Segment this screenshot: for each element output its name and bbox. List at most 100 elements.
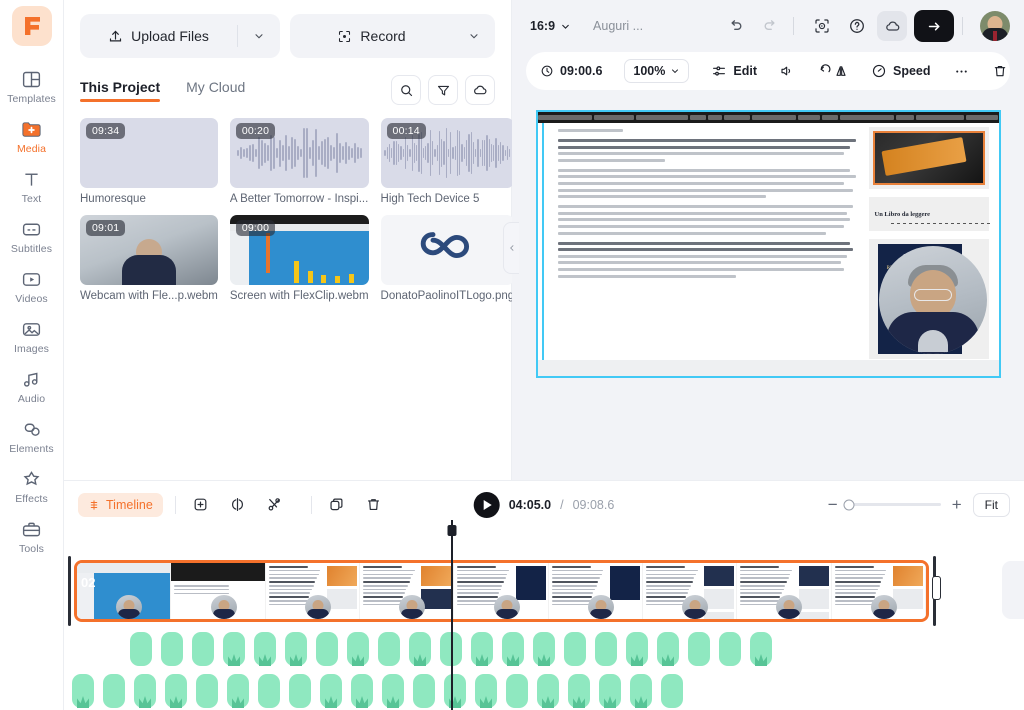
audio-track-2[interactable] <box>72 674 683 708</box>
media-item[interactable]: 09:34 Humoresque <box>80 118 218 205</box>
preview-canvas[interactable]: Un Libro da leggere Paolo Longobardi RIC… <box>535 110 1001 378</box>
tab-this-project[interactable]: This Project <box>80 79 161 102</box>
audio-waveform-block <box>134 674 156 708</box>
sidebar-item-media[interactable]: Media <box>2 110 62 160</box>
export-arrow-icon <box>928 22 939 30</box>
audio-waveform-block <box>103 674 125 708</box>
zoom-slider-knob[interactable] <box>843 499 855 510</box>
record-dropdown-button[interactable] <box>453 30 495 42</box>
sidebar-item-text[interactable]: Text <box>2 160 62 210</box>
media-item-name: Humoresque <box>80 193 146 205</box>
search-button[interactable] <box>391 75 421 105</box>
sidebar-item-effects[interactable]: Effects <box>2 460 62 510</box>
upload-row: Upload Files Record <box>64 0 511 58</box>
cloud-save-button[interactable] <box>877 11 907 41</box>
media-thumbnail[interactable]: 09:01 <box>80 215 218 285</box>
chevron-left-icon <box>509 245 513 251</box>
media-thumbnail[interactable]: 00:20 <box>229 118 369 188</box>
redo-button[interactable] <box>755 11 785 41</box>
sidebar-item-templates[interactable]: Templates <box>2 60 62 110</box>
zoom-slider[interactable] <box>843 499 941 510</box>
text-line <box>557 254 847 258</box>
waveform-peak <box>662 654 674 666</box>
video-frame: 02 <box>77 563 172 619</box>
media-item[interactable]: 00:20 A Better Tomorrow - Inspi... <box>229 118 369 205</box>
media-item[interactable]: 09:01 Webcam with Fle...p.webm <box>80 215 218 302</box>
project-name[interactable]: Auguri ... <box>593 19 643 33</box>
tools-icon <box>21 517 42 541</box>
track-handle-left[interactable] <box>68 556 71 626</box>
flip-button[interactable] <box>833 60 849 82</box>
record-button[interactable]: Record <box>290 14 495 58</box>
media-thumbnail[interactable]: 00:14 <box>380 118 515 188</box>
delete-button[interactable] <box>992 60 1008 82</box>
help-button[interactable] <box>842 11 872 41</box>
media-item[interactable]: DonatoPaolinoITLogo.png <box>380 215 515 302</box>
media-thumbnail[interactable]: 09:34 <box>80 118 218 188</box>
fit-button[interactable]: Fit <box>972 492 1010 517</box>
media-thumbnail[interactable] <box>380 215 515 285</box>
more-button[interactable] <box>953 60 970 82</box>
text-line <box>557 218 850 222</box>
sidebar-item-images[interactable]: Images <box>2 310 62 360</box>
playhead[interactable] <box>447 520 457 710</box>
web-page: Un Libro da leggere Paolo Longobardi RIC… <box>541 123 995 360</box>
record-main[interactable]: Record <box>290 28 453 44</box>
waveform-peak <box>352 654 364 666</box>
edit-sliders-icon <box>713 66 726 76</box>
avatar[interactable] <box>980 11 1010 41</box>
add-clip-button[interactable] <box>188 492 214 518</box>
duration-badge: 09:34 <box>86 123 126 139</box>
timeline-mode-chip[interactable]: Timeline <box>78 492 163 517</box>
audio-waveform-block <box>688 632 710 666</box>
audio-waveform-block <box>72 674 94 708</box>
rotate-button[interactable] <box>817 60 833 82</box>
cloud-button[interactable] <box>465 75 495 105</box>
media-thumbnail[interactable]: 09:00 <box>229 215 369 285</box>
bar <box>293 261 299 283</box>
clock-icon <box>541 65 553 77</box>
add-track-button[interactable]: + <box>1002 561 1024 619</box>
upload-main[interactable]: Upload Files <box>80 14 237 58</box>
sidebar-item-tools[interactable]: Tools <box>2 510 62 560</box>
video-track[interactable]: 02 <box>74 560 929 622</box>
volume-button[interactable] <box>779 60 795 82</box>
app-logo[interactable] <box>11 6 52 46</box>
edit-button[interactable]: Edit <box>711 63 757 79</box>
audio-icon <box>21 367 42 391</box>
duplicate-button[interactable] <box>324 492 350 518</box>
panel-collapse-handle[interactable] <box>503 222 519 274</box>
play-button[interactable] <box>473 491 500 518</box>
upload-files-button[interactable]: Upload Files <box>80 14 280 58</box>
delete-button[interactable] <box>361 492 387 518</box>
sidebar-item-elements[interactable]: Elements <box>2 410 62 460</box>
tab-my-cloud[interactable]: My Cloud <box>186 79 245 102</box>
export-button[interactable] <box>914 10 954 42</box>
paragraph <box>557 168 856 199</box>
sidebar-item-audio[interactable]: Audio <box>2 360 62 410</box>
media-item[interactable]: 00:14 High Tech Device 5 <box>380 118 515 205</box>
preview-play-button[interactable] <box>807 11 837 41</box>
divider <box>962 17 963 35</box>
upload-dropdown-button[interactable] <box>238 14 280 58</box>
preview-area: 16:9 Auguri ... 09:00.6 100% Edit Speed … <box>512 0 1024 480</box>
audio-waveform-block <box>258 674 280 708</box>
speed-button[interactable]: Speed <box>871 63 931 79</box>
webcam-overlay[interactable] <box>878 246 987 354</box>
clip-duration[interactable]: 09:00.6 <box>540 64 602 78</box>
aspect-ratio-select[interactable]: 16:9 <box>530 19 571 33</box>
cut-button[interactable] <box>262 492 288 518</box>
zoom-select[interactable]: 100% <box>624 59 690 83</box>
undo-button[interactable] <box>720 11 750 41</box>
track-grip[interactable] <box>932 576 941 600</box>
split-button[interactable] <box>225 492 251 518</box>
audio-waveform-block <box>382 674 404 708</box>
sidebar-item-videos[interactable]: Videos <box>2 260 62 310</box>
filter-button[interactable] <box>428 75 458 105</box>
sidebar-item-subtitles[interactable]: Subtitles <box>2 210 62 260</box>
videos-icon <box>21 267 42 291</box>
media-item[interactable]: 09:00 Screen with FlexClip.webm <box>229 215 369 302</box>
playhead-handle[interactable] <box>447 525 457 536</box>
zoom-out-button[interactable]: − <box>828 496 838 513</box>
zoom-in-button[interactable]: + <box>952 496 962 513</box>
